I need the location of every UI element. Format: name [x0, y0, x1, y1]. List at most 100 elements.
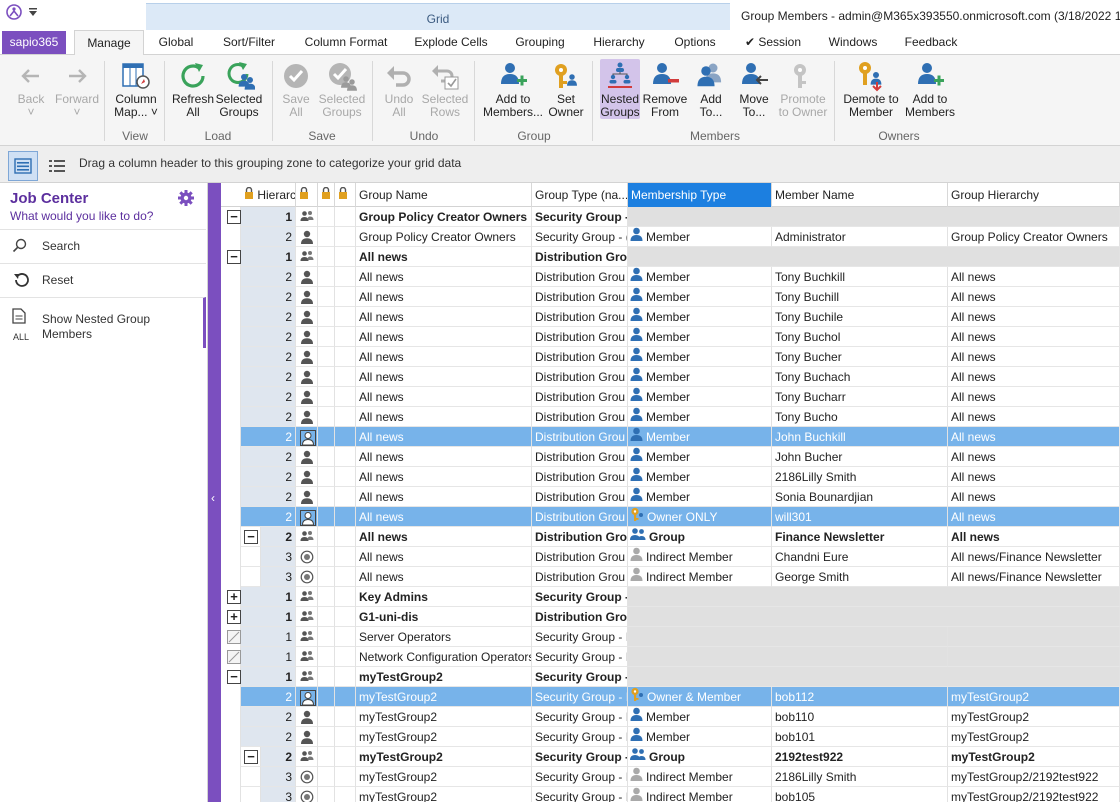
- table-row[interactable]: 2 Group Policy Creator Owners Security Gro…: [221, 227, 1120, 247]
- expand-icon[interactable]: +: [227, 610, 241, 624]
- column-header-7[interactable]: Member Name: [772, 183, 948, 207]
- table-row[interactable]: 2 All news Distribution Grou Member Tony Buc…: [221, 267, 1120, 287]
- forward-button[interactable]: Forward ˅: [55, 59, 99, 119]
- table-row[interactable]: 2 All news Distribution Grou Member John Buc…: [221, 427, 1120, 447]
- collapse-icon[interactable]: −: [244, 530, 258, 544]
- job-center-search[interactable]: Search: [0, 229, 206, 263]
- tab-grouping[interactable]: Grouping: [504, 30, 576, 55]
- move-to-button[interactable]: Move To...: [734, 59, 774, 119]
- tab-global[interactable]: Global: [146, 30, 206, 55]
- collapse-left-icon[interactable]: ‹: [211, 491, 215, 505]
- hierarchy-level: 2: [261, 747, 296, 767]
- grouping-zone[interactable]: Drag a column header to this grouping zo…: [0, 146, 1120, 183]
- table-row[interactable]: 1 + G1-uni-dis Distribution Gro: [221, 607, 1120, 627]
- table-row[interactable]: 3 myTestGroup2 Security Group - I Indirect …: [221, 787, 1120, 802]
- table-row[interactable]: 2− All news Distribution Gro Group Finance N…: [221, 527, 1120, 547]
- table-row[interactable]: 1 Server Operators Security Group - I: [221, 627, 1120, 647]
- tab-sort-filter[interactable]: Sort/Filter: [212, 30, 286, 55]
- table-row[interactable]: 2 All news Distribution Grou Member Tony Buc…: [221, 307, 1120, 327]
- tab-manage[interactable]: Manage: [74, 30, 144, 56]
- job-center-reset[interactable]: Reset: [0, 263, 206, 297]
- collapse-icon[interactable]: −: [227, 250, 241, 264]
- back-button[interactable]: Back ˅: [10, 59, 52, 119]
- undo-all-button[interactable]: Undo All: [381, 59, 417, 119]
- lock-cell: [335, 647, 356, 667]
- add-to-button[interactable]: Add To...: [691, 59, 731, 119]
- panel-splitter[interactable]: ‹: [208, 183, 221, 802]
- column-header-6[interactable]: Membership Type: [628, 183, 772, 207]
- gear-icon[interactable]: [177, 189, 195, 210]
- user-remove-icon: [642, 59, 688, 93]
- table-row[interactable]: 1− All news Distribution Grou: [221, 247, 1120, 267]
- table-row[interactable]: 2 All news Distribution Grou Member Tony Buc…: [221, 367, 1120, 387]
- column-header-4[interactable]: Group Name: [356, 183, 532, 207]
- tab-session[interactable]: ✔ Session: [738, 30, 808, 55]
- table-row[interactable]: 2 All news Distribution Grou Owner ONLY will…: [221, 507, 1120, 527]
- column-header-8[interactable]: Group Hierarchy: [948, 183, 1120, 207]
- add-to-members-button[interactable]: Add to Members...: [482, 59, 544, 119]
- table-row[interactable]: 1 Network Configuration Operators Security…: [221, 647, 1120, 667]
- app-logo-icon[interactable]: [6, 4, 22, 20]
- table-row[interactable]: 1− myTestGroup2 Security Group -: [221, 667, 1120, 687]
- undo-selected-rows-button[interactable]: Selected Rows: [418, 59, 472, 119]
- save-all-button[interactable]: Save All: [279, 59, 313, 119]
- table-row[interactable]: 2 All news Distribution Grou Member Tony Buc…: [221, 287, 1120, 307]
- table-row[interactable]: 2 All news Distribution Grou Member Tony Buc…: [221, 347, 1120, 367]
- collapse-icon[interactable]: −: [227, 210, 241, 224]
- hierarchy-icon: [600, 59, 640, 93]
- table-row[interactable]: 2− myTestGroup2 Security Group - Group 2192t…: [221, 747, 1120, 767]
- save-selected-groups-button[interactable]: Selected Groups: [315, 59, 369, 119]
- demote-to-member-button[interactable]: Demote to Member: [839, 59, 903, 119]
- grid-view-toggle[interactable]: [8, 151, 38, 181]
- collapse-icon[interactable]: −: [227, 670, 241, 684]
- add-to-button-label-2: To...: [699, 105, 723, 119]
- table-row[interactable]: 2 All news Distribution Grou Member Sonia Bo…: [221, 487, 1120, 507]
- tab-windows[interactable]: Windows: [818, 30, 888, 55]
- table-row[interactable]: 3 myTestGroup2 Security Group - I Indirect …: [221, 767, 1120, 787]
- tab-options[interactable]: Options: [662, 30, 728, 55]
- column-header-2[interactable]: [318, 183, 335, 207]
- user-icon: [300, 310, 314, 326]
- table-row[interactable]: 3 All news Distribution Grou Indirect Membe…: [221, 567, 1120, 587]
- table-row[interactable]: 2 All news Distribution Grou Member John Buc…: [221, 447, 1120, 467]
- table-row[interactable]: 2 myTestGroup2 Security Group - I Member bob…: [221, 727, 1120, 747]
- table-row[interactable]: 3 All news Distribution Grou Indirect Membe…: [221, 547, 1120, 567]
- context-tab-grid: Grid: [146, 3, 730, 30]
- add-to-members-owners-button[interactable]: Add to Members: [904, 59, 956, 119]
- table-row[interactable]: 2 All news Distribution Grou Member Tony Buc…: [221, 407, 1120, 427]
- tab-sapio365[interactable]: sapio365: [2, 31, 66, 54]
- table-row[interactable]: 1− Group Policy Creator Owners Security Gr…: [221, 207, 1120, 227]
- membership-type-label: Member: [646, 310, 691, 324]
- refresh-all-button[interactable]: Refresh All: [170, 59, 216, 119]
- set-owner-button[interactable]: Set Owner: [546, 59, 586, 119]
- hierarchy-level: 2: [241, 727, 296, 747]
- list-view-toggle[interactable]: [42, 151, 72, 181]
- table-row[interactable]: 2 All news Distribution Grou Member 2186Lill…: [221, 467, 1120, 487]
- table-row[interactable]: 2 All news Distribution Grou Member Tony Buc…: [221, 327, 1120, 347]
- refresh-all-button-label-2: All: [186, 105, 200, 119]
- promote-to-owner-button[interactable]: Promote to Owner: [776, 59, 830, 119]
- column-header-label: Membership Type: [631, 188, 727, 202]
- tab-explode-cells[interactable]: Explode Cells: [404, 30, 498, 55]
- member-name-cell: George Smith: [772, 567, 948, 587]
- column-header-1[interactable]: [296, 183, 318, 207]
- column-header-0[interactable]: Hierarc...: [241, 183, 296, 207]
- table-row[interactable]: 2 All news Distribution Grou Member Tony Buc…: [221, 387, 1120, 407]
- tab-feedback[interactable]: Feedback: [896, 30, 966, 55]
- refresh-selected-groups-button[interactable]: Selected Groups: [214, 59, 264, 119]
- nested-groups-button[interactable]: Nested Groups: [600, 59, 640, 119]
- tab-hierarchy[interactable]: Hierarchy: [584, 30, 654, 55]
- quick-access-dropdown-icon[interactable]: [28, 7, 38, 17]
- tab-column-format[interactable]: Column Format: [294, 30, 398, 55]
- expand-icon[interactable]: +: [227, 590, 241, 604]
- column-header-5[interactable]: Group Type (na...: [532, 183, 628, 207]
- remove-from-button[interactable]: Remove From: [642, 59, 688, 119]
- table-row[interactable]: 2 myTestGroup2 Security Group - I Owner & M…: [221, 687, 1120, 707]
- collapse-icon[interactable]: −: [244, 750, 258, 764]
- job-center-show-nested-members[interactable]: ALL Show Nested Group Members: [0, 297, 206, 348]
- table-row[interactable]: 2 myTestGroup2 Security Group - I Member bob…: [221, 707, 1120, 727]
- type-icon-cell: [296, 787, 318, 802]
- column-map-button[interactable]: Column Map... ˅: [110, 59, 162, 119]
- column-header-3[interactable]: [335, 183, 356, 207]
- table-row[interactable]: 1 + Key Admins Security Group -: [221, 587, 1120, 607]
